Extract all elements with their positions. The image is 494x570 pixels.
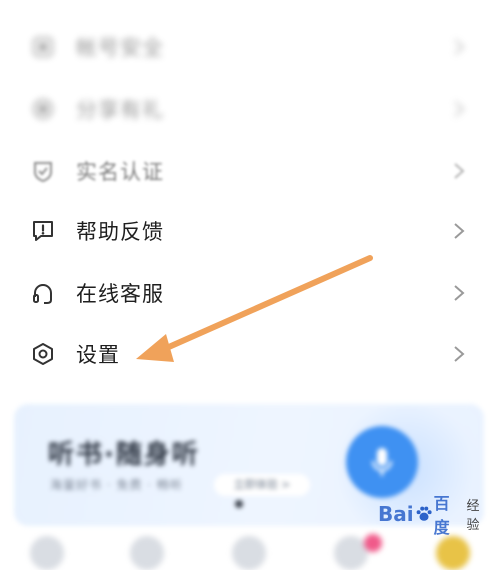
menu-item-account-security[interactable]: 帐号安全 [0, 16, 494, 78]
chevron-right-icon [452, 37, 466, 57]
watermark-brand-suffix: 百度 [433, 494, 450, 537]
menu-item-help-feedback[interactable]: 帮助反馈 [0, 200, 494, 262]
tab-icon[interactable] [30, 536, 64, 570]
chevron-right-icon [452, 283, 466, 303]
watermark-sub: 经验 [466, 499, 480, 533]
headset-icon [30, 280, 56, 306]
promo-card-subtitle: 海量好书 · 免费 · 畅听 [50, 478, 183, 492]
notification-badge [364, 534, 382, 552]
tab-icon[interactable] [334, 536, 368, 570]
verified-shield-icon [30, 158, 56, 184]
menu-item-label: 在线客服 [76, 282, 164, 306]
tab-icon[interactable] [436, 536, 470, 570]
tab-icon[interactable] [232, 536, 266, 570]
menu-item-label: 帮助反馈 [76, 220, 164, 244]
gift-icon [30, 96, 56, 122]
menu-item-label: 设置 [76, 343, 120, 367]
shield-icon [30, 34, 56, 60]
tab-icon[interactable] [130, 536, 164, 570]
promo-card-cta[interactable]: 立即体验 > [214, 474, 310, 496]
menu-item-label: 帐号安全 [76, 36, 164, 60]
menu-item-share[interactable]: 分享有礼 [0, 78, 494, 140]
menu-item-label: 实名认证 [76, 160, 164, 184]
menu-item-settings[interactable]: 设置 [0, 323, 494, 385]
settings-gear-icon [30, 341, 56, 367]
baidu-paw-logo-icon [416, 506, 432, 521]
promo-card-title: 听书·随身听 [48, 440, 200, 470]
chevron-right-icon [452, 161, 466, 181]
feedback-icon [30, 218, 56, 244]
app-screen: 帐号安全 分享有礼 实名认证 帮助反馈 在线客服 设置 听书·随身听 海量好书 … [0, 0, 494, 570]
chevron-right-icon [452, 344, 466, 364]
microphone-button[interactable] [346, 426, 418, 498]
microphone-icon [371, 448, 393, 476]
menu-item-real-name-verification[interactable]: 实名认证 [0, 140, 494, 202]
carousel-dot [235, 500, 243, 508]
menu-item-online-service[interactable]: 在线客服 [0, 262, 494, 324]
menu-item-label: 分享有礼 [76, 98, 164, 122]
watermark-brand: Bai [378, 502, 414, 526]
chevron-right-icon [452, 99, 466, 119]
baidu-jingyan-watermark: Bai 百度 经验 [378, 494, 490, 537]
chevron-right-icon [452, 221, 466, 241]
